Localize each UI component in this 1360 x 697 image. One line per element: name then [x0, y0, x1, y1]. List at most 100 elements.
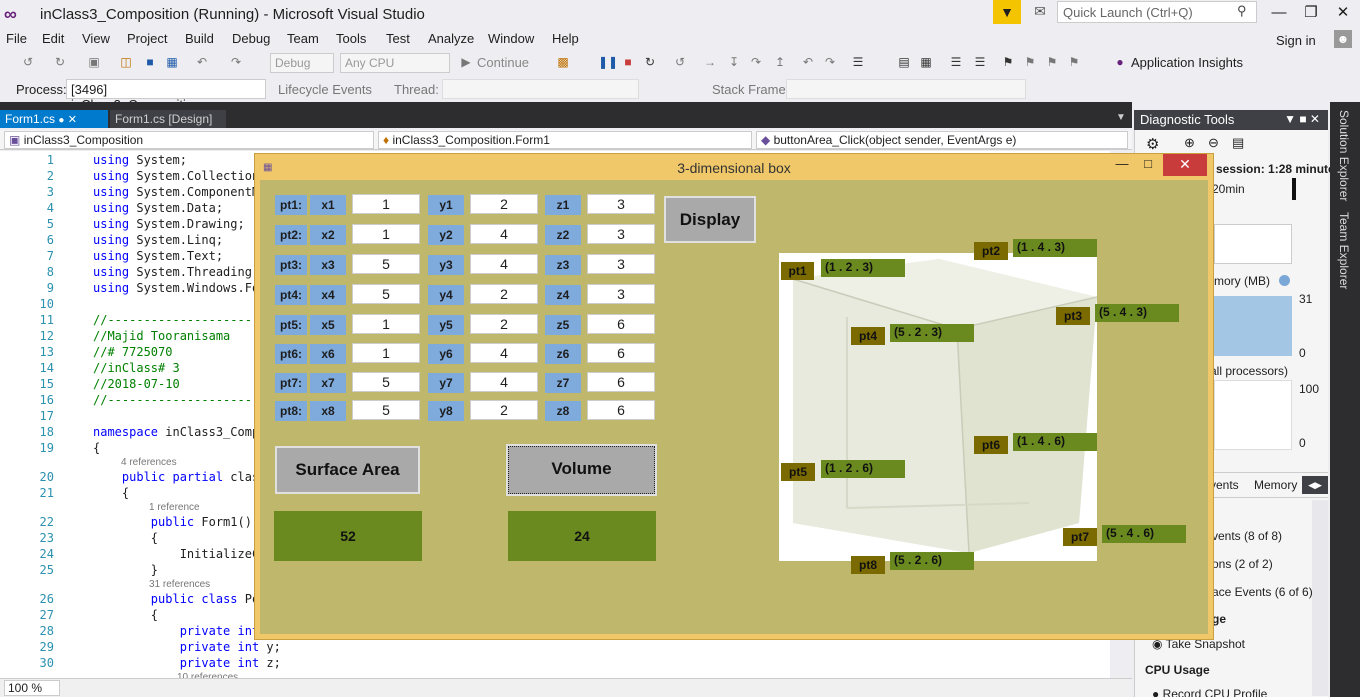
- y-input[interactable]: 4: [470, 254, 538, 274]
- volume-button[interactable]: Volume: [506, 444, 657, 496]
- form-minimize-button[interactable]: —: [1110, 156, 1134, 176]
- search-icon[interactable]: ⚲: [1237, 3, 1247, 19]
- browser-link-icon[interactable]: ▩: [555, 54, 571, 70]
- codelens-references[interactable]: 31 references: [149, 579, 210, 591]
- forward-icon[interactable]: ↻: [52, 54, 68, 70]
- codelens-references[interactable]: 1 reference: [149, 502, 200, 514]
- team-explorer-tab[interactable]: Team Explorer: [1337, 212, 1351, 289]
- pause-icon[interactable]: ❚❚: [598, 54, 618, 70]
- z-input[interactable]: 6: [587, 343, 655, 363]
- x-input[interactable]: 1: [352, 314, 420, 334]
- uncomment-icon[interactable]: ☰: [972, 54, 988, 70]
- menu-edit[interactable]: Edit: [42, 31, 64, 46]
- solution-explorer-tab[interactable]: Solution Explorer: [1337, 110, 1351, 201]
- z-input[interactable]: 3: [587, 254, 655, 274]
- events-count[interactable]: vents (8 of 8): [1212, 529, 1282, 543]
- z-input[interactable]: 6: [587, 400, 655, 420]
- x-input[interactable]: 1: [352, 194, 420, 214]
- application-insights-button[interactable]: Application Insights: [1131, 55, 1243, 70]
- menu-view[interactable]: View: [82, 31, 110, 46]
- chart-icon[interactable]: ▤: [1232, 135, 1244, 151]
- save-all-icon[interactable]: ▦: [164, 54, 180, 70]
- minimize-button[interactable]: —: [1262, 2, 1296, 26]
- sign-in-link[interactable]: Sign in: [1276, 33, 1316, 48]
- y-input[interactable]: 2: [470, 284, 538, 304]
- y-input[interactable]: 2: [470, 194, 538, 214]
- y-input[interactable]: 4: [470, 372, 538, 392]
- play-icon[interactable]: ▶: [458, 54, 474, 70]
- y-input[interactable]: 2: [470, 400, 538, 420]
- x-input[interactable]: 1: [352, 224, 420, 244]
- configuration-select[interactable]: Debug: [270, 53, 334, 73]
- tab-form1-design[interactable]: Form1.cs [Design]: [110, 110, 226, 128]
- tab-events[interactable]: vents: [1210, 478, 1239, 492]
- restore-button[interactable]: ❐: [1294, 2, 1328, 26]
- menu-build[interactable]: Build: [185, 31, 214, 46]
- new-project-icon[interactable]: ▣: [86, 54, 102, 70]
- record-cpu-profile-button[interactable]: ● Record CPU Profile: [1152, 687, 1267, 697]
- bookmark-icon[interactable]: ⚑: [1000, 54, 1016, 70]
- y-input[interactable]: 2: [470, 314, 538, 334]
- type-select[interactable]: ♦ inClass3_Composition.Form1: [378, 131, 752, 149]
- stop-icon[interactable]: ■: [620, 54, 636, 70]
- surface-area-button[interactable]: Surface Area: [275, 446, 420, 494]
- threads-icon[interactable]: ▤: [896, 54, 912, 70]
- save-icon[interactable]: ■: [142, 54, 158, 70]
- thread-select[interactable]: [442, 79, 639, 99]
- lifecycle-events-select[interactable]: Lifecycle Events: [278, 82, 372, 97]
- back-icon[interactable]: ↺: [20, 54, 36, 70]
- x-input[interactable]: 1: [352, 343, 420, 363]
- nav-forward-icon[interactable]: ↷: [822, 54, 838, 70]
- diag-scrollbar[interactable]: [1312, 500, 1328, 696]
- panel-close-icon[interactable]: ▼ ■ ✕: [1284, 112, 1320, 126]
- tab-overflow-icon[interactable]: ▼: [1116, 112, 1126, 123]
- codelens-references[interactable]: 4 references: [121, 457, 177, 469]
- tab-form1-cs[interactable]: Form1.cs ● ✕: [0, 110, 108, 128]
- breakpoints-icon[interactable]: ▦: [918, 54, 934, 70]
- zoom-out-icon[interactable]: ⊖: [1208, 135, 1219, 151]
- menu-help[interactable]: Help: [552, 31, 579, 46]
- continue-button[interactable]: Continue: [477, 55, 529, 70]
- comment-icon[interactable]: ☰: [948, 54, 964, 70]
- pin-icon[interactable]: ●: [58, 115, 64, 126]
- close-button[interactable]: ✕: [1326, 2, 1360, 26]
- hex-display-icon[interactable]: ☰: [850, 54, 866, 70]
- y-input[interactable]: 4: [470, 343, 538, 363]
- menu-project[interactable]: Project: [127, 31, 167, 46]
- tab-close-icon[interactable]: ✕: [68, 114, 77, 126]
- code-line[interactable]: 29 private int y;: [0, 639, 1132, 655]
- z-input[interactable]: 6: [587, 372, 655, 392]
- form-close-button[interactable]: ✕: [1163, 154, 1207, 176]
- exceptions-count[interactable]: ons (2 of 2): [1212, 557, 1273, 571]
- menu-tools[interactable]: Tools: [336, 31, 366, 46]
- code-line[interactable]: 30 private int z;: [0, 655, 1132, 671]
- show-next-statement-icon[interactable]: →: [702, 54, 718, 70]
- z-input[interactable]: 6: [587, 314, 655, 334]
- zoom-select[interactable]: 100 %: [4, 680, 60, 696]
- feedback-icon[interactable]: ✉: [1030, 3, 1050, 23]
- x-input[interactable]: 5: [352, 254, 420, 274]
- x-input[interactable]: 5: [352, 400, 420, 420]
- x-input[interactable]: 5: [352, 372, 420, 392]
- restart-icon[interactable]: ↻: [642, 54, 658, 70]
- tab-scroll-icon[interactable]: ◀▶: [1302, 476, 1328, 494]
- form-maximize-button[interactable]: □: [1136, 156, 1160, 176]
- hot-reload-icon[interactable]: ↺: [672, 54, 688, 70]
- member-select[interactable]: ◆ buttonArea_Click(object sender, EventA…: [756, 131, 1128, 149]
- menu-analyze[interactable]: Analyze: [428, 31, 474, 46]
- x-input[interactable]: 5: [352, 284, 420, 304]
- process-select[interactable]: [3496] inClass3_Composition.exe: [66, 79, 266, 112]
- menu-window[interactable]: Window: [488, 31, 534, 46]
- menu-debug[interactable]: Debug: [232, 31, 270, 46]
- account-icon[interactable]: ☻: [1334, 30, 1352, 48]
- notification-flag-icon[interactable]: ▼: [993, 0, 1021, 24]
- z-input[interactable]: 3: [587, 284, 655, 304]
- clear-bookmarks-icon[interactable]: ⚑: [1066, 54, 1082, 70]
- nav-back-icon[interactable]: ↶: [800, 54, 816, 70]
- display-button[interactable]: Display: [664, 196, 756, 243]
- quick-launch-input[interactable]: Quick Launch (Ctrl+Q): [1057, 1, 1257, 23]
- tab-memory[interactable]: Memory: [1254, 478, 1297, 492]
- z-input[interactable]: 3: [587, 224, 655, 244]
- menu-test[interactable]: Test: [386, 31, 410, 46]
- undo-icon[interactable]: ↶: [194, 54, 210, 70]
